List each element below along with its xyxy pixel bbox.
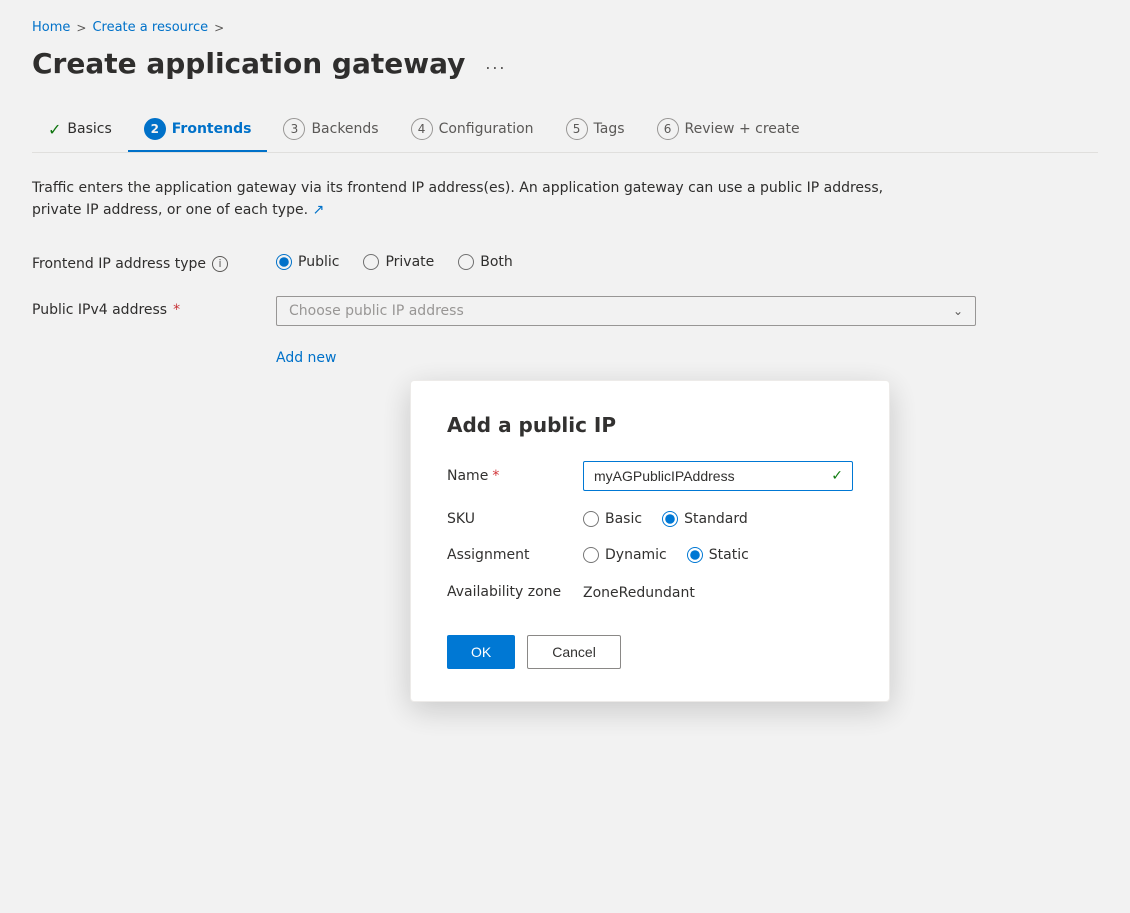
assignment-static-label: Static — [709, 547, 749, 563]
modal-availability-row: Availability zone ZoneRedundant — [447, 583, 853, 603]
sku-basic-radio[interactable] — [583, 511, 599, 527]
assignment-dynamic-label: Dynamic — [605, 547, 667, 563]
add-public-ip-modal: Add a public IP Name * ✓ SKU Basic — [410, 380, 890, 702]
assignment-static-option[interactable]: Static — [687, 547, 749, 563]
assignment-static-radio[interactable] — [687, 547, 703, 563]
modal-name-required: * — [492, 468, 499, 484]
modal-assignment-row: Assignment Dynamic Static — [447, 547, 853, 563]
modal-actions: OK Cancel — [447, 635, 853, 669]
modal-name-row: Name * ✓ — [447, 461, 853, 491]
modal-sku-label: SKU — [447, 511, 567, 527]
modal-sku-radio-group: Basic Standard — [583, 511, 748, 527]
modal-overlay: Add a public IP Name * ✓ SKU Basic — [0, 0, 1130, 913]
sku-basic-label: Basic — [605, 511, 642, 527]
sku-standard-option[interactable]: Standard — [662, 511, 748, 527]
modal-ok-button[interactable]: OK — [447, 635, 515, 669]
modal-assignment-label: Assignment — [447, 547, 567, 563]
modal-availability-label: Availability zone — [447, 583, 567, 603]
assignment-dynamic-option[interactable]: Dynamic — [583, 547, 667, 563]
input-valid-icon: ✓ — [831, 468, 843, 484]
modal-name-input-wrapper: ✓ — [583, 461, 853, 491]
modal-cancel-button[interactable]: Cancel — [527, 635, 621, 669]
modal-title: Add a public IP — [447, 413, 853, 437]
sku-basic-option[interactable]: Basic — [583, 511, 642, 527]
modal-name-input[interactable] — [583, 461, 853, 491]
modal-name-label: Name * — [447, 468, 567, 484]
sku-standard-radio[interactable] — [662, 511, 678, 527]
modal-availability-value: ZoneRedundant — [583, 585, 695, 601]
sku-standard-label: Standard — [684, 511, 748, 527]
modal-sku-row: SKU Basic Standard — [447, 511, 853, 527]
modal-assignment-radio-group: Dynamic Static — [583, 547, 749, 563]
assignment-dynamic-radio[interactable] — [583, 547, 599, 563]
